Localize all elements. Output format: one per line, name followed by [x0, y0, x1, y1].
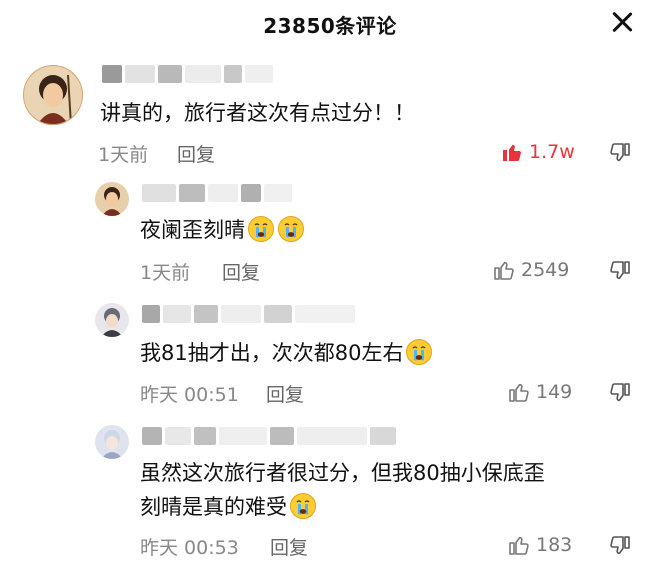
avatar[interactable]	[95, 425, 129, 459]
avatar-image	[23, 65, 83, 125]
like-button[interactable]: 2549	[492, 258, 569, 282]
thumb-up-icon	[500, 140, 524, 164]
thumb-up-icon	[507, 380, 531, 404]
avatar[interactable]	[95, 182, 129, 216]
comment-time: 1天前	[140, 262, 191, 284]
thumb-down-icon[interactable]	[608, 259, 632, 283]
comment-text: 讲真的，旅行者这次有点过分！！	[100, 101, 415, 125]
like-button[interactable]: 183	[507, 533, 572, 557]
thumb-down-icon[interactable]	[608, 534, 632, 558]
crying-face-emoji	[247, 215, 275, 243]
username-redacted[interactable]	[142, 426, 396, 446]
avatar[interactable]	[95, 303, 129, 337]
crying-face-emoji	[277, 215, 305, 243]
crying-face-emoji	[405, 338, 433, 366]
like-count: 2549	[521, 259, 570, 281]
comment-item: 讲真的，旅行者这次有点过分！！ 1天前 回复 1.7w	[0, 0, 660, 180]
username-redacted[interactable]	[142, 304, 355, 324]
crying-face-emoji	[289, 492, 317, 520]
avatar[interactable]	[23, 65, 83, 125]
reply-button[interactable]: 回复	[222, 258, 260, 285]
like-button[interactable]: 149	[507, 380, 572, 404]
username-redacted[interactable]	[142, 183, 292, 203]
reply-button[interactable]: 回复	[270, 533, 308, 560]
comment-time: 昨天 00:51	[140, 384, 239, 406]
like-button[interactable]: 1.7w	[500, 140, 575, 164]
reply-button[interactable]: 回复	[266, 380, 304, 407]
thumb-down-icon[interactable]	[608, 141, 632, 165]
comment-text: 夜阑歪刻晴	[140, 213, 305, 247]
comment-text: 虽然这次旅行者很过分，但我80抽小保底歪 刻晴是真的难受	[140, 461, 545, 520]
thumb-up-icon	[507, 533, 531, 557]
avatar-image	[95, 303, 129, 337]
like-count: 149	[536, 381, 573, 403]
thumb-up-icon	[492, 258, 516, 282]
thumb-down-icon[interactable]	[608, 381, 632, 405]
comment-time: 昨天 00:53	[140, 537, 239, 559]
reply-button[interactable]: 回复	[177, 140, 215, 167]
comment-text: 我81抽才出，次次都80左右	[140, 336, 433, 370]
comment-time: 1天前	[98, 144, 149, 166]
username-redacted[interactable]	[102, 64, 273, 84]
like-count: 183	[536, 534, 573, 556]
avatar-image	[95, 182, 129, 216]
like-count: 1.7w	[529, 141, 575, 163]
avatar-image	[95, 425, 129, 459]
